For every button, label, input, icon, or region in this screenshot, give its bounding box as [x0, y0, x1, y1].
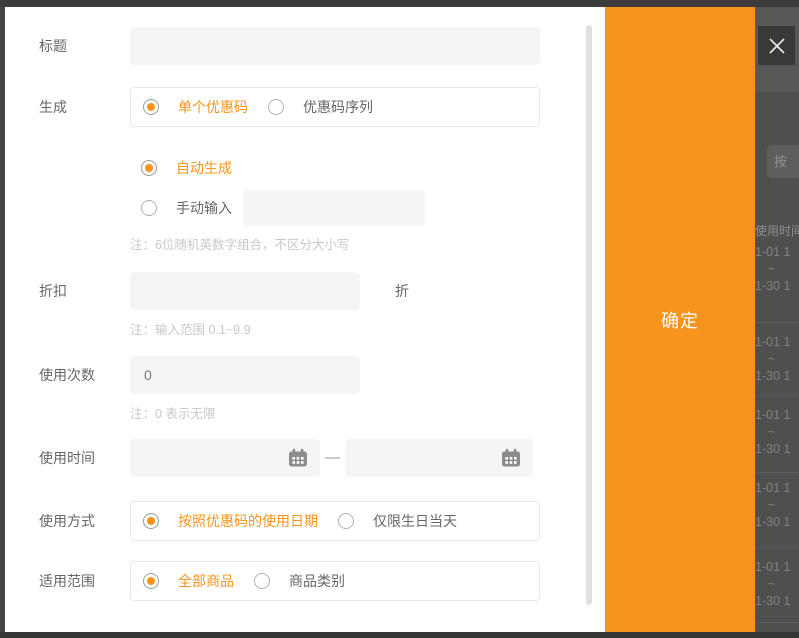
scrollbar[interactable] — [586, 25, 592, 605]
usage-method-row: 使用方式 按照优惠码的使用日期 仅限生日当天 — [5, 501, 605, 541]
date-separator: ~ — [768, 261, 790, 278]
start-date-input[interactable] — [130, 439, 288, 477]
radio-code-series[interactable] — [268, 99, 284, 115]
row-divider — [755, 547, 799, 548]
date-range-separator: — — [320, 439, 345, 477]
background-search-button[interactable]: 按 — [767, 145, 799, 178]
generate-label: 生成 — [39, 87, 67, 127]
date-end: 1-30 1 — [755, 368, 790, 385]
usage-method-label: 使用方式 — [39, 501, 95, 541]
usage-time-row: 使用时间 — — [5, 439, 605, 477]
page-edge-bottom — [0, 632, 799, 638]
radio-label-manual-input[interactable]: 手动输入 — [176, 198, 232, 218]
page-edge-top — [0, 0, 799, 7]
usage-count-label: 使用次数 — [39, 356, 95, 394]
calendar-icon[interactable] — [501, 448, 521, 468]
radio-birthday-only[interactable] — [338, 513, 354, 529]
radio-auto-generate[interactable] — [141, 160, 157, 176]
generate-note: 注：6位随机英数字组合，不区分大小写 — [130, 234, 349, 253]
radio-single-code[interactable] — [143, 99, 159, 115]
scope-label: 适用范围 — [39, 561, 95, 601]
close-button[interactable] — [758, 26, 795, 65]
row-divider — [755, 472, 799, 473]
dimmed-page-background: 按 使用时间 1-01 1 ~ 1-30 1 1-01 1 ~ 1-30 1 1… — [755, 7, 799, 632]
radio-label-by-usage-date[interactable]: 按照优惠码的使用日期 — [178, 511, 318, 531]
close-icon — [766, 35, 788, 57]
generate-row: 生成 单个优惠码 优惠码序列 — [5, 87, 605, 127]
date-end: 1-30 1 — [755, 278, 790, 295]
discount-unit: 折 — [395, 272, 409, 310]
date-end: 1-30 1 — [755, 441, 790, 458]
table-row: 1-01 1 ~ 1-30 1 — [755, 334, 790, 385]
table-row: 1-01 1 ~ 1-30 1 — [755, 559, 790, 610]
title-input[interactable] — [130, 27, 540, 65]
usage-count-row: 使用次数 — [5, 356, 605, 394]
radio-product-category[interactable] — [254, 573, 270, 589]
radio-label-single-code[interactable]: 单个优惠码 — [178, 97, 248, 117]
discount-input[interactable] — [130, 272, 360, 310]
radio-label-code-series[interactable]: 优惠码序列 — [303, 97, 373, 117]
start-date-field[interactable] — [130, 439, 320, 477]
coupon-dialog: 标题 生成 单个优惠码 优惠码序列 自动生成 手动输入 注：6位随机英数字组合，… — [5, 7, 605, 632]
date-end: 1-30 1 — [755, 593, 790, 610]
date-separator: ~ — [768, 351, 790, 368]
table-row: 1-01 1 ~ 1-30 1 — [755, 480, 790, 531]
radio-label-birthday-only[interactable]: 仅限生日当天 — [373, 511, 457, 531]
auto-generate-row: 自动生成 — [141, 160, 252, 176]
date-start: 1-01 1 — [755, 407, 790, 424]
radio-all-products[interactable] — [143, 573, 159, 589]
confirm-button-label: 确定 — [661, 307, 699, 333]
date-separator: ~ — [768, 424, 790, 441]
usage-count-input[interactable] — [130, 356, 360, 394]
usage-method-group: 按照优惠码的使用日期 仅限生日当天 — [130, 501, 540, 541]
title-label: 标题 — [39, 27, 67, 65]
manual-code-input[interactable] — [243, 190, 425, 226]
page-edge-left — [0, 7, 4, 632]
date-end: 1-30 1 — [755, 514, 790, 531]
title-row: 标题 — [5, 27, 605, 65]
radio-label-all-products[interactable]: 全部商品 — [178, 571, 234, 591]
scope-row: 适用范围 全部商品 商品类别 — [5, 561, 605, 601]
scope-group: 全部商品 商品类别 — [130, 561, 540, 601]
calendar-icon[interactable] — [288, 448, 308, 468]
date-start: 1-01 1 — [755, 244, 790, 261]
date-start: 1-01 1 — [755, 480, 790, 497]
row-divider — [755, 395, 799, 396]
table-row: 1-01 1 ~ 1-30 1 — [755, 244, 790, 295]
background-table-header: 使用时间 — [755, 222, 799, 239]
table-row: 1-01 1 ~ 1-30 1 — [755, 407, 790, 458]
discount-label: 折扣 — [39, 272, 67, 310]
screen: 按 使用时间 1-01 1 ~ 1-30 1 1-01 1 ~ 1-30 1 1… — [0, 0, 799, 638]
manual-input-row: 手动输入 — [141, 190, 425, 226]
generate-type-group: 单个优惠码 优惠码序列 — [130, 87, 540, 127]
usage-count-note: 注：0 表示无限 — [130, 403, 215, 422]
discount-note: 注：输入范围 0.1~9.9 — [130, 319, 251, 338]
date-start: 1-01 1 — [755, 559, 790, 576]
confirm-button[interactable]: 确定 — [605, 7, 755, 632]
radio-label-auto-generate[interactable]: 自动生成 — [176, 158, 232, 178]
radio-label-product-category[interactable]: 商品类别 — [289, 571, 345, 591]
radio-manual-input[interactable] — [141, 200, 157, 216]
end-date-input[interactable] — [345, 439, 501, 477]
row-divider — [755, 622, 799, 623]
date-start: 1-01 1 — [755, 334, 790, 351]
date-separator: ~ — [768, 576, 790, 593]
date-separator: ~ — [768, 497, 790, 514]
radio-by-usage-date[interactable] — [143, 513, 159, 529]
usage-time-label: 使用时间 — [39, 439, 95, 477]
background-search-label: 按 — [774, 154, 787, 169]
discount-row: 折扣 折 — [5, 272, 605, 310]
end-date-field[interactable] — [345, 439, 533, 477]
row-divider — [755, 322, 799, 323]
